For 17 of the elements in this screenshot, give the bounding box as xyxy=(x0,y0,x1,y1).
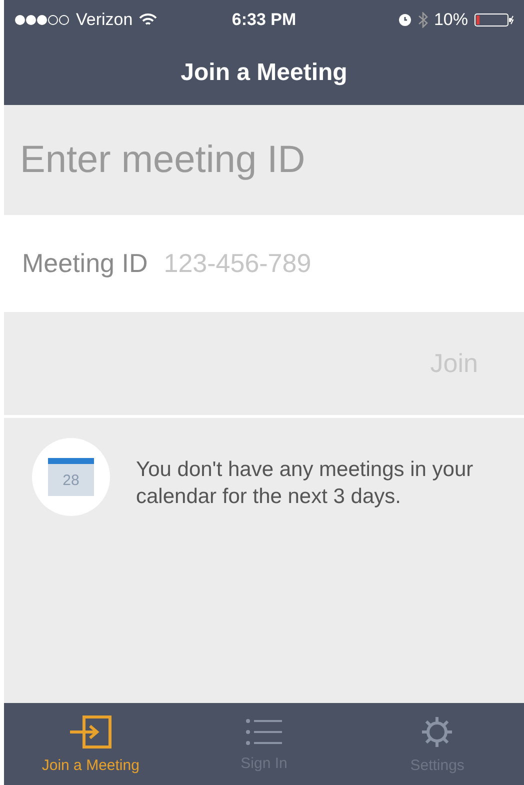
list-icon xyxy=(244,716,283,746)
page-title: Join a Meeting xyxy=(180,58,348,86)
clock-time: 6:33 PM xyxy=(232,10,296,30)
field-label: Meeting ID xyxy=(22,248,148,279)
no-meetings-message: You don't have any meetings in your calendar for the next 3 days. xyxy=(136,457,474,510)
signal-icon xyxy=(14,14,70,26)
section-heading: Enter meeting ID xyxy=(20,138,306,182)
settings-icon xyxy=(420,714,454,748)
battery-percent: 10% xyxy=(434,10,468,30)
bluetooth-icon xyxy=(418,12,428,28)
carrier-name: Verizon xyxy=(76,10,133,30)
tab[interactable]: Join a Meeting xyxy=(4,703,178,785)
battery-icon xyxy=(474,13,514,27)
wifi-icon xyxy=(138,13,157,27)
enter-icon xyxy=(68,714,114,748)
calendar-icon: 28 xyxy=(48,458,94,496)
alarm-icon xyxy=(398,13,412,27)
